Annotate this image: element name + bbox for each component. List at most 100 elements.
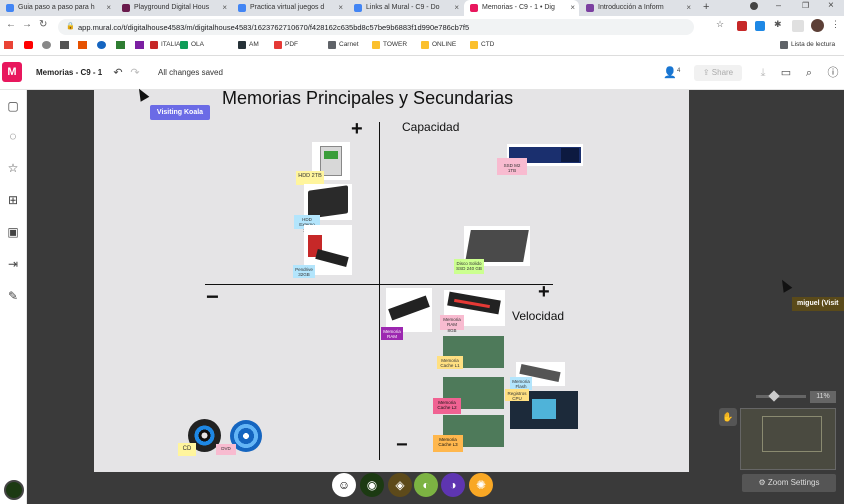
zoom-percentage[interactable]: 11% — [810, 391, 836, 403]
ram-image[interactable] — [386, 288, 432, 332]
y-minus-sign[interactable]: − — [396, 434, 408, 457]
sticky-pendrive[interactable]: Pendrive 32GB — [293, 265, 315, 278]
comment-icon[interactable]: ▭ — [779, 66, 793, 80]
shapes-icon[interactable]: ◌ — [5, 128, 21, 144]
sticky-note-icon[interactable]: ▢ — [5, 98, 21, 114]
bookmark-carnet[interactable]: Carnet — [328, 41, 359, 49]
smile-reaction-icon[interactable]: ☺ — [332, 473, 356, 497]
forms-icon — [586, 4, 594, 12]
sticky-cd[interactable]: CD — [178, 443, 196, 456]
close-icon[interactable]: × — [338, 3, 343, 12]
frameworks-icon[interactable]: ⊞ — [5, 192, 21, 208]
zoom-slider-handle[interactable] — [768, 390, 780, 402]
star-icon[interactable]: ☆ — [5, 160, 21, 176]
redo-icon[interactable]: ↷ — [128, 66, 142, 80]
download-icon[interactable]: ⤓ — [756, 66, 770, 80]
extension-icon[interactable] — [737, 21, 747, 31]
outline-icon[interactable]: ⇥ — [5, 256, 21, 272]
gear-icon: ⚙ — [758, 478, 768, 487]
mural-title[interactable]: Memorias - C9 - 1 — [36, 68, 102, 77]
tab-title: Introducción a Inform — [598, 4, 664, 11]
bookmark-icon[interactable] — [116, 41, 125, 49]
new-tab-button[interactable]: + — [703, 1, 709, 13]
sticky-cpu-reg[interactable]: Registros CPU — [505, 389, 529, 401]
bookmark-icon[interactable] — [135, 41, 144, 49]
bookmark-pdf[interactable]: PDF — [274, 41, 298, 49]
share-button[interactable]: ⇪ Share — [694, 65, 742, 81]
help-icon[interactable]: ⓘ — [826, 66, 840, 80]
undo-icon[interactable]: ↶ — [111, 66, 125, 80]
zoom-settings-button[interactable]: ⚙ Zoom Settings — [742, 474, 836, 492]
search-icon[interactable]: ⌕ — [802, 66, 816, 80]
translate-icon[interactable] — [755, 21, 765, 31]
x-minus-sign[interactable]: − — [206, 284, 219, 310]
owl-reaction-icon[interactable]: ◈ — [388, 473, 412, 497]
browser-tab[interactable]: Guia paso a paso para h × — [0, 0, 115, 16]
zoom-slider[interactable] — [756, 395, 806, 398]
sticky-cache-l1[interactable]: Memoria Cache L1 — [437, 356, 463, 369]
user-avatar[interactable] — [4, 480, 24, 500]
close-icon[interactable]: × — [222, 3, 227, 12]
collaborators-icon[interactable]: 👤 — [663, 66, 677, 80]
close-window-icon[interactable]: × — [828, 0, 834, 11]
browser-tab-active[interactable]: Memorias - C9 - 1 • Dig × — [464, 0, 579, 16]
canvas-board[interactable] — [94, 90, 689, 472]
bookmark-tower[interactable]: TOWER — [372, 41, 407, 49]
star-icon[interactable]: ☆ — [716, 19, 724, 30]
puzzle-icon[interactable]: ✱ — [774, 19, 782, 30]
sticky-dvd[interactable]: DVD — [216, 444, 236, 455]
minimap-viewport[interactable] — [762, 416, 822, 452]
close-icon[interactable]: × — [106, 3, 111, 12]
mural-logo[interactable]: M — [2, 62, 22, 82]
axis-y-label[interactable]: Capacidad — [402, 120, 459, 134]
sticky-cache-l3[interactable]: Memoria Cache L3 — [433, 435, 463, 452]
restore-icon[interactable]: ❐ — [802, 1, 809, 10]
sticky-ssd[interactable]: Disco Solido SSD 240 GB — [454, 259, 484, 274]
bookmark-online[interactable]: ONLINE — [421, 41, 456, 49]
browser-tab[interactable]: Playground Digital Hous × — [116, 0, 231, 16]
reload-icon[interactable]: ↻ — [39, 19, 47, 30]
forward-icon[interactable]: → — [22, 19, 32, 30]
bookmark-ctd[interactable]: CTD — [470, 41, 494, 49]
browser-tab[interactable]: Practica virtual juegos d × — [232, 0, 347, 16]
media-icon[interactable] — [792, 20, 804, 32]
url-field[interactable]: 🔒 app.mural.co/t/digitalhouse4583/m/digi… — [58, 19, 694, 35]
chameleon-reaction-icon[interactable]: ◐ — [414, 473, 438, 497]
sticky-hdd[interactable]: HDD 2TB — [296, 171, 324, 185]
bookmark-icon[interactable] — [42, 41, 51, 49]
profile-avatar[interactable] — [811, 19, 824, 32]
sticky-ram-8gb[interactable]: Memoria RAM 8GB — [440, 315, 464, 333]
bookmark-ola[interactable]: OLA — [180, 41, 204, 49]
sticky-ssd-m2[interactable]: SSD M2 1TB — [497, 158, 527, 175]
koala-reaction-icon[interactable]: ◉ — [360, 473, 384, 497]
hand-icon[interactable]: ✋ — [719, 408, 737, 426]
x-plus-sign[interactable]: + — [538, 281, 550, 304]
browser-tab[interactable]: Links al Mural - C9 - Do × — [348, 0, 463, 16]
y-plus-sign[interactable]: + — [351, 118, 363, 141]
minimize-icon[interactable]: – — [776, 0, 781, 10]
sticky-cache-l2[interactable]: Memoria Cache L2 — [433, 398, 461, 414]
pen-icon[interactable]: ✎ — [5, 288, 21, 304]
board-title[interactable]: Memorias Principales y Secundarias — [222, 88, 513, 109]
bookmark-italia[interactable]: ITALIA — [150, 41, 180, 49]
back-icon[interactable]: ← — [6, 19, 16, 30]
bookmark-am[interactable]: AM — [238, 41, 259, 49]
gmail-icon[interactable] — [4, 41, 13, 49]
tab-search-icon[interactable] — [750, 2, 758, 10]
menu-icon[interactable]: ⋮ — [831, 19, 840, 30]
sticky-ram[interactable]: Memoria RAM — [381, 327, 403, 340]
close-icon[interactable]: × — [686, 3, 691, 12]
bookmark-icon[interactable] — [78, 41, 87, 49]
image-icon[interactable]: ▣ — [5, 224, 21, 240]
bird-reaction-icon[interactable]: ◑ — [441, 473, 465, 497]
close-icon[interactable]: × — [570, 3, 575, 12]
close-icon[interactable]: × — [454, 3, 459, 12]
bookmark-icon[interactable] — [97, 41, 106, 49]
cpu-die-shape — [532, 399, 556, 419]
lion-reaction-icon[interactable]: ✺ — [469, 473, 493, 497]
axis-x-label[interactable]: Velocidad — [512, 309, 564, 323]
youtube-icon[interactable] — [24, 41, 33, 49]
reading-list[interactable]: Lista de lectura — [780, 41, 835, 49]
browser-tab[interactable]: Introducción a Inform × — [580, 0, 695, 16]
bookmark-icon[interactable] — [60, 41, 69, 49]
